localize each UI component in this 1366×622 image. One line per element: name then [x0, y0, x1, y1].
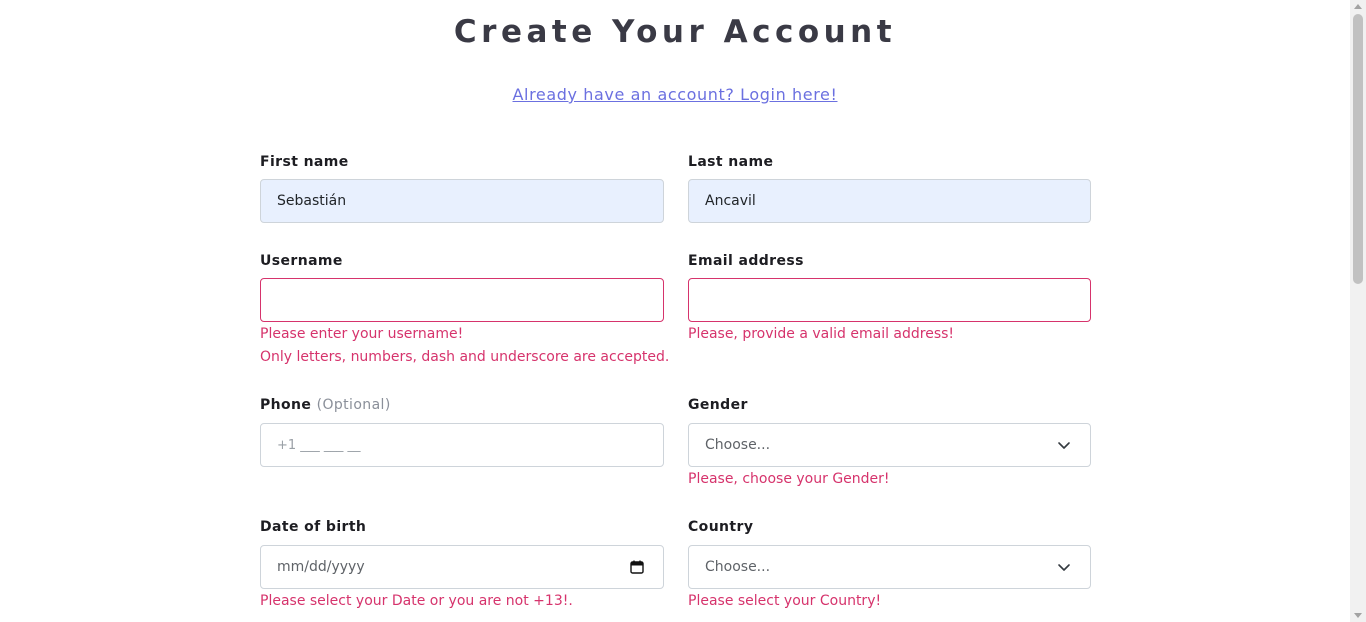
first-name-input[interactable]: Sebastián [260, 179, 664, 223]
country-error: Please select your Country! [688, 593, 882, 609]
gender-label: Gender [688, 397, 748, 413]
country-select[interactable]: Choose... [688, 545, 1091, 589]
email-label: Email address [688, 253, 804, 269]
dob-label: Date of birth [260, 519, 367, 535]
calendar-icon[interactable] [629, 559, 645, 575]
first-name-label: First name [260, 154, 349, 170]
email-input[interactable] [688, 278, 1091, 322]
phone-label: Phone (Optional) [260, 397, 391, 413]
dob-placeholder: mm/dd/yyyy [277, 559, 365, 575]
last-name-input[interactable]: Ancavil [688, 179, 1091, 223]
first-name-value: Sebastián [277, 193, 347, 209]
last-name-label: Last name [688, 154, 774, 170]
page-title: Create Your Account [453, 14, 897, 50]
phone-label-text: Phone [260, 397, 312, 413]
vertical-scrollbar[interactable] [1350, 0, 1366, 622]
gender-selected-value: Choose... [705, 437, 771, 453]
email-error: Please, provide a valid email address! [688, 326, 955, 342]
phone-input[interactable]: +1 ___ ___ __ [260, 423, 664, 467]
login-link[interactable]: Already have an account? Login here! [513, 85, 838, 104]
username-error-format: Only letters, numbers, dash and undersco… [260, 349, 670, 365]
dob-input[interactable]: mm/dd/yyyy [260, 545, 664, 589]
gender-select[interactable]: Choose... [688, 423, 1091, 467]
username-input[interactable] [260, 278, 664, 322]
scroll-down-arrow-icon[interactable] [1354, 613, 1362, 618]
username-label: Username [260, 253, 343, 269]
username-error-required: Please enter your username! [260, 326, 464, 342]
login-link-container: Already have an account? Login here! [0, 85, 1350, 104]
last-name-value: Ancavil [705, 193, 756, 209]
country-label: Country [688, 519, 754, 535]
scrollbar-thumb[interactable] [1353, 14, 1363, 284]
scroll-up-arrow-icon[interactable] [1354, 4, 1362, 9]
signup-page: Create Your Account Already have an acco… [0, 0, 1350, 622]
chevron-down-icon [1058, 442, 1070, 449]
phone-placeholder: +1 ___ ___ __ [277, 437, 361, 453]
dob-error: Please select your Date or you are not +… [260, 593, 573, 609]
chevron-down-icon [1058, 564, 1070, 571]
gender-error: Please, choose your Gender! [688, 471, 890, 487]
country-selected-value: Choose... [705, 559, 771, 575]
phone-optional-hint: (Optional) [316, 397, 391, 413]
